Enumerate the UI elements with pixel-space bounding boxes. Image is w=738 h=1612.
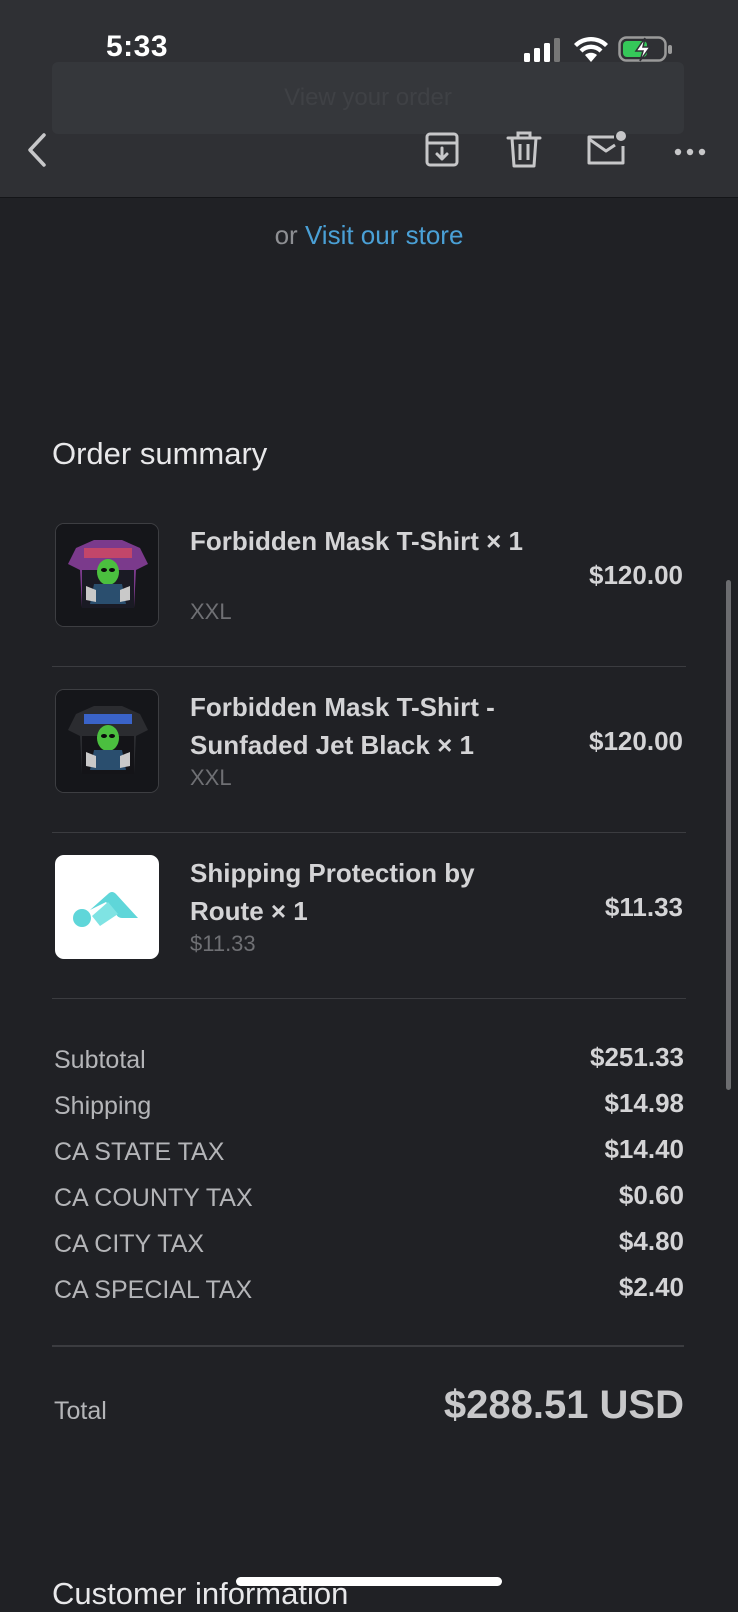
totals-list: Subtotal $251.33 Shipping $14.98 CA STAT…	[52, 1040, 684, 1316]
trash-icon	[506, 131, 542, 168]
battery-charging-icon	[618, 36, 672, 62]
total-row-label: CA COUNTY TAX	[54, 1184, 253, 1212]
item-price: $120.00	[589, 726, 683, 756]
wifi-icon	[574, 36, 608, 62]
route-logo-icon	[73, 892, 138, 927]
mail-unread-icon	[587, 131, 626, 165]
total-row-label: CA STATE TAX	[54, 1138, 225, 1166]
total-row-value: $14.98	[604, 1088, 684, 1118]
line-item: Forbidden Mask T-Shirt - Sunfaded Jet Bl…	[52, 666, 686, 833]
total-row-value: $14.40	[604, 1134, 684, 1164]
delete-button[interactable]	[500, 126, 548, 174]
grand-total-value: $288.51 USD	[443, 1383, 684, 1427]
item-title: Shipping Protection by Route × 1	[190, 858, 475, 926]
item-variant: XXL	[190, 599, 232, 624]
tshirt-purple-image	[56, 524, 158, 626]
total-row-label: Subtotal	[54, 1046, 146, 1074]
total-row-value: $0.60	[618, 1180, 684, 1210]
special-tax-row: CA SPECIAL TAX $2.40	[52, 1270, 684, 1316]
tshirt-black-image	[56, 690, 158, 792]
status-time: 5:33	[106, 30, 169, 63]
total-row-label: Shipping	[54, 1092, 152, 1120]
city-tax-row: CA CITY TAX $4.80	[52, 1224, 684, 1270]
item-variant: XXL	[190, 765, 232, 790]
subtotal-row: Subtotal $251.33	[52, 1040, 684, 1086]
archive-button[interactable]	[418, 126, 466, 174]
line-item: Shipping Protection by Route × 1 $11.33 …	[52, 832, 686, 999]
line-item: Forbidden Mask T-Shirt × 1 XXL $120.00	[52, 500, 686, 667]
grand-total-label: Total	[54, 1397, 107, 1425]
back-button[interactable]	[14, 126, 62, 174]
more-button[interactable]	[666, 126, 714, 174]
total-row-value: $2.40	[618, 1272, 684, 1302]
total-row-label: CA CITY TAX	[54, 1230, 205, 1258]
state-tax-row: CA STATE TAX $14.40	[52, 1132, 684, 1178]
scrollbar[interactable]	[726, 580, 731, 1090]
view-order-button-label: View your order	[284, 84, 452, 111]
total-row-value: $4.80	[618, 1226, 684, 1256]
cellular-signal-icon	[524, 38, 560, 62]
mark-unread-button[interactable]	[582, 126, 630, 174]
item-title: Forbidden Mask T-Shirt - Sunfaded Jet Bl…	[190, 692, 495, 760]
chevron-left-icon	[28, 133, 46, 167]
totals-divider	[52, 1345, 684, 1347]
item-title: Forbidden Mask T-Shirt × 1	[190, 526, 523, 556]
home-indicator[interactable]	[236, 1577, 502, 1586]
more-icon	[674, 148, 706, 156]
product-thumbnail	[55, 855, 159, 959]
view-order-button[interactable]: View your order	[52, 62, 684, 134]
county-tax-row: CA COUNTY TAX $0.60	[52, 1178, 684, 1224]
total-row-label: CA SPECIAL TAX	[54, 1276, 253, 1304]
mail-header: View your order 5:33	[0, 0, 738, 197]
total-row-value: $251.33	[590, 1042, 684, 1072]
order-summary-title: Order summary	[52, 436, 268, 471]
visit-store-link[interactable]: Visit our store	[305, 220, 463, 250]
archive-icon	[425, 132, 459, 167]
item-price: $11.33	[604, 892, 683, 922]
status-icons	[524, 34, 674, 66]
product-thumbnail	[55, 523, 159, 627]
product-thumbnail	[55, 689, 159, 793]
visit-or-text: or	[274, 220, 298, 250]
shipping-row: Shipping $14.98	[52, 1086, 684, 1132]
visit-store-line: or Visit our store	[0, 220, 738, 251]
item-variant: $11.33	[190, 931, 256, 956]
item-price: $120.00	[589, 560, 683, 590]
